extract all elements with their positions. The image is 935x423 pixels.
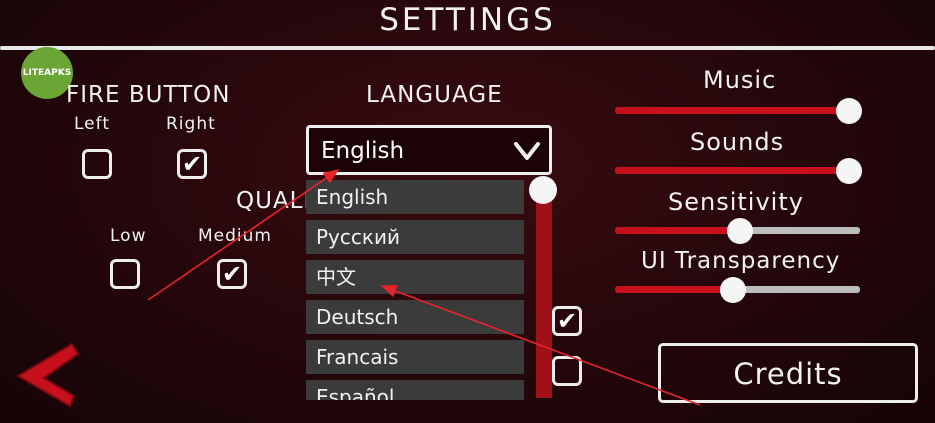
annotation-arrow-2 xyxy=(380,285,701,406)
annotation-arrows xyxy=(147,169,701,406)
annotation-arrow-1 xyxy=(147,169,340,301)
